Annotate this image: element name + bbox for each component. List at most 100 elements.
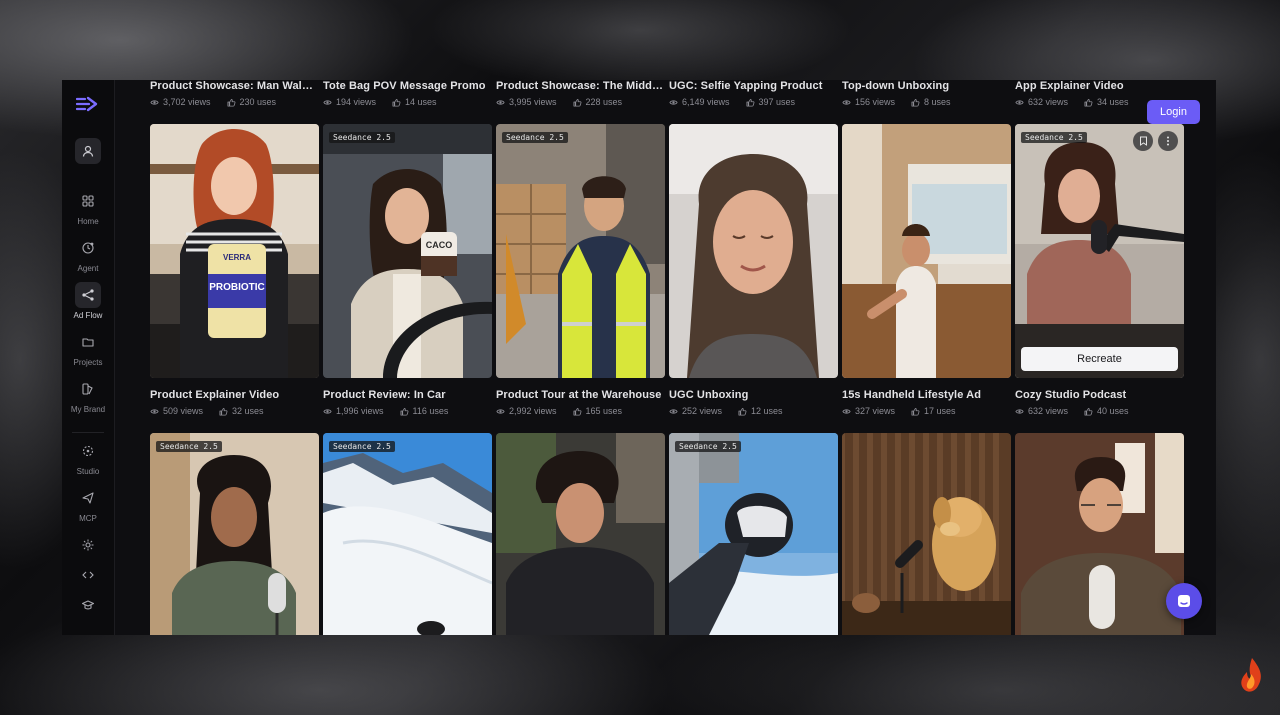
- login-button[interactable]: Login: [1147, 100, 1200, 124]
- card-caption[interactable]: Top-down Unboxing 156 views 8 uses: [842, 80, 1010, 107]
- video-thumbnail[interactable]: [842, 124, 1011, 378]
- video-thumbnail[interactable]: Seedance 2.5: [496, 124, 665, 378]
- model-badge: Seedance 2.5: [1021, 132, 1087, 143]
- card-title[interactable]: Product Showcase: The Middl...: [496, 80, 664, 92]
- card-title[interactable]: Cozy Studio Podcast: [1015, 389, 1183, 401]
- card-stats: 3,995 views 228 uses: [496, 97, 664, 107]
- video-thumbnail[interactable]: [842, 433, 1011, 635]
- sidebar-item-code[interactable]: [62, 562, 114, 588]
- card-caption[interactable]: UGC Unboxing 252 views 12 uses: [669, 389, 837, 416]
- card-title[interactable]: UGC Unboxing: [669, 389, 837, 401]
- sidebar-item-projects[interactable]: Projects: [62, 329, 114, 367]
- video-thumbnail[interactable]: Seedance 2.5: [150, 433, 319, 635]
- share-nodes-icon: [75, 282, 101, 308]
- sidebar-item-my-brand[interactable]: My Brand: [62, 376, 114, 414]
- use-count: 14 uses: [405, 97, 437, 107]
- thumbnail-image: [323, 124, 492, 378]
- grid-icon: [75, 188, 101, 214]
- card-caption[interactable]: Product Showcase: The Middl... 3,995 view…: [496, 80, 664, 107]
- sidebar-item-sparkle[interactable]: [62, 532, 114, 558]
- uses-icon: [738, 407, 747, 416]
- sidebar-item-label: Ad Flow: [73, 311, 103, 320]
- uses-icon: [911, 98, 920, 107]
- sidebar-item-mcp[interactable]: MCP: [62, 485, 114, 523]
- eye-icon: [496, 98, 505, 107]
- eye-icon: [1015, 98, 1024, 107]
- card-title[interactable]: App Explainer Video: [1015, 80, 1183, 92]
- view-count: 3,702 views: [163, 97, 211, 107]
- uses-icon: [573, 407, 582, 416]
- video-thumbnail[interactable]: [669, 124, 838, 378]
- video-thumbnail[interactable]: Seedance 2.5: [669, 433, 838, 635]
- use-count: 8 uses: [924, 97, 951, 107]
- uses-icon: [746, 98, 755, 107]
- model-badge: Seedance 2.5: [156, 441, 222, 452]
- video-thumbnail[interactable]: Seedance 2.5: [323, 433, 492, 635]
- card-caption[interactable]: Product Showcase: Man Walki... 3,702 view…: [150, 80, 318, 107]
- card-title[interactable]: Product Showcase: Man Walki...: [150, 80, 318, 92]
- card-caption[interactable]: Product Review: In Car 1,996 views 116 use…: [323, 389, 491, 416]
- video-thumbnail[interactable]: VERRA PROBIOTIC: [150, 124, 319, 378]
- card-caption[interactable]: Product Tour at the Warehouse 2,992 views…: [496, 389, 664, 416]
- uses-icon: [911, 407, 920, 416]
- card-caption[interactable]: Product Explainer Video 509 views 32 uses: [150, 389, 318, 416]
- thumbnail-image: [496, 124, 665, 378]
- more-vertical-icon: [1167, 136, 1169, 146]
- sidebar-item-ad-flow[interactable]: Ad Flow: [62, 282, 114, 320]
- sparkle-icon: [75, 532, 101, 558]
- card-title[interactable]: Product Tour at the Warehouse: [496, 389, 664, 401]
- sidebar-item-label: Home: [77, 217, 99, 226]
- logo-icon[interactable]: [76, 96, 100, 112]
- eye-icon: [842, 407, 851, 416]
- eye-icon: [496, 407, 505, 416]
- card-title[interactable]: Top-down Unboxing: [842, 80, 1010, 92]
- recreate-button[interactable]: Recreate: [1021, 347, 1178, 371]
- chat-button[interactable]: [1166, 583, 1202, 619]
- use-count: 32 uses: [232, 406, 264, 416]
- eye-icon: [1015, 407, 1024, 416]
- video-thumbnail[interactable]: CACO Seedance 2.5: [323, 124, 492, 378]
- sidebar-item-profile[interactable]: [62, 138, 114, 164]
- use-count: 230 uses: [239, 97, 277, 107]
- card-caption[interactable]: Cozy Studio Podcast 632 views 40 uses: [1015, 389, 1183, 416]
- sidebar-item-label: My Brand: [70, 405, 106, 414]
- sidebar-item-home[interactable]: Home: [62, 188, 114, 226]
- eye-icon: [669, 98, 678, 107]
- sidebar-item-agent[interactable]: Agent: [62, 235, 114, 273]
- view-count: 194 views: [336, 97, 377, 107]
- uses-icon: [573, 98, 582, 107]
- video-thumbnail[interactable]: [1015, 433, 1184, 635]
- sidebar-item-learn[interactable]: [62, 592, 114, 618]
- use-count: 116 uses: [412, 406, 449, 416]
- folder-icon: [75, 329, 101, 355]
- card-title[interactable]: UGC: Selfie Yapping Product: [669, 80, 837, 92]
- card-stats: 6,149 views 397 uses: [669, 97, 837, 107]
- view-count: 509 views: [163, 406, 204, 416]
- more-options-button[interactable]: [1158, 131, 1178, 151]
- flame-logo-icon: [1241, 658, 1261, 692]
- view-count: 156 views: [855, 97, 896, 107]
- card-caption[interactable]: 15s Handheld Lifestyle Ad 327 views 17 use…: [842, 389, 1010, 416]
- bookmark-button[interactable]: [1133, 131, 1153, 151]
- graduation-cap-icon: [75, 592, 101, 618]
- app-window: Home Agent Ad Flow Projects My Brand Stu…: [62, 80, 1216, 635]
- card-title[interactable]: 15s Handheld Lifestyle Ad: [842, 389, 1010, 401]
- eye-icon: [323, 407, 332, 416]
- video-thumbnail[interactable]: Seedance 2.5 Recreate: [1015, 124, 1184, 378]
- view-count: 632 views: [1028, 406, 1069, 416]
- uses-icon: [1084, 98, 1093, 107]
- card-stats: 327 views 17 uses: [842, 406, 1010, 416]
- card-stats: 3,702 views 230 uses: [150, 97, 318, 107]
- card-title[interactable]: Tote Bag POV Message Promo: [323, 80, 491, 92]
- template-gallery: VERRA PROBIOTIC CACO Seedance 2.5 Seedan…: [150, 80, 1216, 635]
- card-title[interactable]: Product Explainer Video: [150, 389, 318, 401]
- product-cup-label: CACO: [426, 240, 453, 250]
- video-thumbnail[interactable]: [496, 433, 665, 635]
- model-badge: Seedance 2.5: [329, 441, 395, 452]
- card-title[interactable]: Product Review: In Car: [323, 389, 491, 401]
- card-caption[interactable]: Tote Bag POV Message Promo 194 views 14 us…: [323, 80, 491, 107]
- bookmark-icon: [1139, 136, 1147, 146]
- sidebar-item-studio[interactable]: Studio: [62, 438, 114, 476]
- use-count: 397 uses: [758, 97, 796, 107]
- card-caption[interactable]: UGC: Selfie Yapping Product 6,149 views 39…: [669, 80, 837, 107]
